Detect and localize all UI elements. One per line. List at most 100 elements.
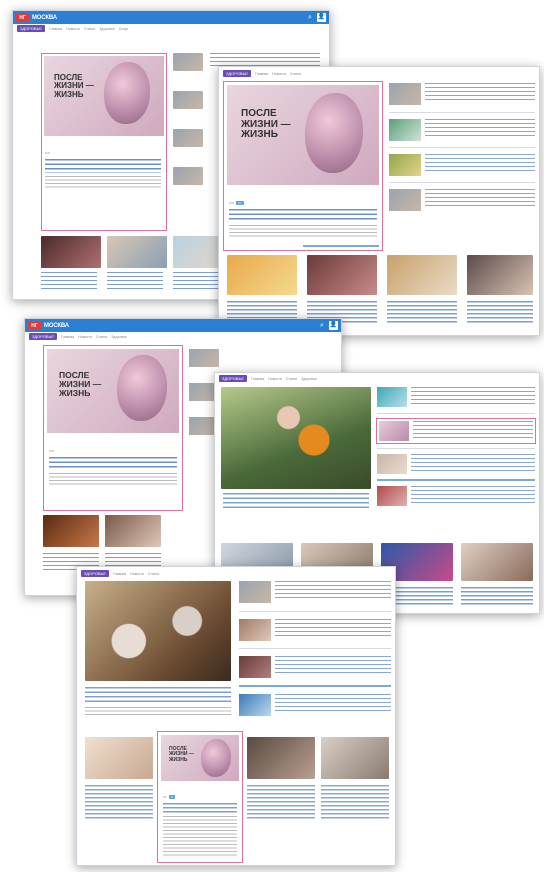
news-thumb[interactable]	[173, 129, 203, 147]
news-title[interactable]	[425, 119, 535, 139]
nav-link[interactable]: Главная	[49, 27, 62, 31]
list-item[interactable]	[389, 83, 535, 105]
user-icon[interactable]: 👤	[317, 13, 326, 22]
nav-link[interactable]: Статьи	[290, 72, 301, 76]
site-header: НГ МОСКВА ⌕ 👤	[13, 11, 329, 24]
logo-badge[interactable]: НГ	[28, 321, 41, 330]
news-title[interactable]	[275, 581, 391, 601]
news-thumb[interactable]	[377, 387, 407, 407]
news-thumb[interactable]	[377, 454, 407, 474]
nav-link[interactable]: Спорт	[119, 27, 129, 31]
list-item[interactable]	[239, 619, 391, 641]
card-title[interactable]	[321, 785, 389, 821]
news-title[interactable]	[425, 154, 535, 174]
selection-frame	[41, 53, 167, 231]
nav-link[interactable]: Статьи	[96, 335, 107, 339]
card-image[interactable]	[43, 515, 99, 547]
nav-bar: ЗДОРОВЬЕ Главная Новости Статьи	[77, 569, 395, 578]
lead-photo[interactable]	[85, 581, 231, 681]
logo-text[interactable]: МОСКВА	[44, 323, 69, 329]
selection-frame	[376, 418, 536, 444]
nav-link[interactable]: Новости	[78, 335, 92, 339]
news-thumb[interactable]	[377, 486, 407, 506]
news-thumb[interactable]	[189, 349, 219, 367]
list-item[interactable]	[239, 694, 391, 716]
nav-link[interactable]: Статьи	[148, 572, 159, 576]
card-image[interactable]	[107, 236, 167, 268]
list-item[interactable]	[239, 656, 391, 678]
user-icon[interactable]: 👤	[329, 321, 338, 330]
list-item[interactable]	[389, 119, 535, 141]
card-title[interactable]	[247, 785, 315, 821]
selection-frame	[43, 345, 183, 511]
news-title[interactable]	[275, 694, 391, 714]
nav-pill-health[interactable]: ЗДОРОВЬЕ	[219, 375, 247, 382]
logo-badge[interactable]: НГ	[16, 13, 29, 22]
nav-link[interactable]: Здоровье	[99, 27, 115, 31]
list-item[interactable]	[389, 154, 535, 176]
news-thumb[interactable]	[389, 154, 421, 176]
nav-pill-health[interactable]: ЗДОРОВЬЕ	[81, 570, 109, 577]
card-title[interactable]	[85, 785, 153, 821]
lead-photo[interactable]	[221, 387, 371, 489]
selection-frame	[223, 81, 383, 251]
nav-link[interactable]: Новости	[66, 27, 80, 31]
news-thumb[interactable]	[173, 167, 203, 185]
nav-link[interactable]: Здоровье	[111, 335, 127, 339]
nav-link[interactable]: Здоровье	[301, 377, 317, 381]
news-thumb[interactable]	[173, 53, 203, 71]
nav-pill-health[interactable]: ЗДОРОВЬЕ	[17, 25, 45, 32]
news-thumb[interactable]	[389, 189, 421, 211]
nav-link[interactable]: Новости	[268, 377, 282, 381]
card-image[interactable]	[247, 737, 315, 779]
news-title[interactable]	[425, 83, 535, 103]
news-title[interactable]	[411, 454, 535, 472]
list-item[interactable]	[377, 486, 535, 506]
nav-pill-health[interactable]: ЗДОРОВЬЕ	[223, 70, 251, 77]
list-item[interactable]	[377, 454, 535, 474]
lead-snippet	[85, 707, 231, 715]
news-thumb[interactable]	[239, 581, 271, 603]
lead-title[interactable]	[223, 493, 369, 509]
news-thumb[interactable]	[239, 694, 271, 716]
news-thumb[interactable]	[173, 91, 203, 109]
card-image[interactable]	[387, 255, 457, 295]
selection-frame	[157, 731, 243, 863]
logo-text[interactable]: МОСКВА	[32, 15, 57, 21]
news-title[interactable]	[411, 387, 535, 405]
nav-pill-health[interactable]: ЗДОРОВЬЕ	[29, 333, 57, 340]
nav-link[interactable]: Главная	[255, 72, 268, 76]
list-item-highlighted[interactable]	[376, 418, 536, 444]
nav-link[interactable]: Новости	[272, 72, 286, 76]
card-image[interactable]	[41, 236, 101, 268]
card-image[interactable]	[307, 255, 377, 295]
card-titles	[41, 272, 231, 290]
news-title[interactable]	[411, 486, 535, 504]
search-icon[interactable]: ⌕	[318, 322, 326, 330]
nav-link[interactable]: Статьи	[84, 27, 95, 31]
nav-link[interactable]: Главная	[113, 572, 126, 576]
news-thumb[interactable]	[389, 83, 421, 105]
news-thumb[interactable]	[239, 656, 271, 678]
nav-link[interactable]: Статьи	[286, 377, 297, 381]
news-title[interactable]	[425, 189, 535, 209]
list-item[interactable]	[389, 189, 535, 211]
lead-title[interactable]	[85, 687, 231, 703]
nav-link[interactable]: Новости	[130, 572, 144, 576]
list-item[interactable]	[239, 581, 391, 603]
news-title[interactable]	[275, 656, 391, 676]
card-image[interactable]	[321, 737, 389, 779]
card-image[interactable]	[105, 515, 161, 547]
list-item[interactable]	[377, 387, 535, 407]
news-title[interactable]	[275, 619, 391, 639]
card-image[interactable]	[227, 255, 297, 295]
card-image[interactable]	[467, 255, 533, 295]
nav-link[interactable]: Главная	[251, 377, 264, 381]
card-image[interactable]	[85, 737, 153, 779]
news-thumb[interactable]	[239, 619, 271, 641]
news-thumb[interactable]	[389, 119, 421, 141]
nav-link[interactable]: Главная	[61, 335, 74, 339]
nav-bar: ЗДОРОВЬЕ Главная Новости Статьи Здоровье	[25, 332, 341, 341]
search-icon[interactable]: ⌕	[306, 14, 314, 22]
card-image[interactable]	[461, 543, 533, 581]
